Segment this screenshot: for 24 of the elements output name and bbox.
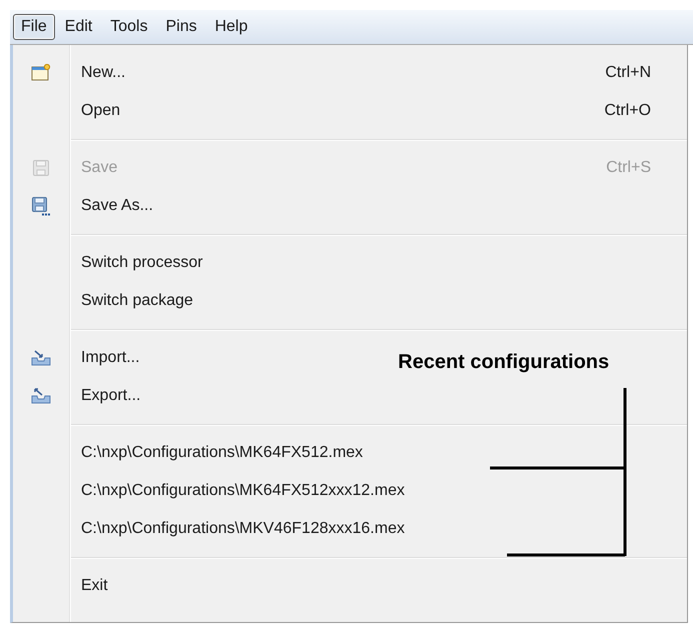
shortcut-label: Ctrl+S <box>606 159 651 177</box>
menu-title[interactable]: Tools <box>102 14 156 40</box>
menu-title[interactable]: Pins <box>158 14 205 40</box>
save-as-disk-icon <box>31 196 51 216</box>
export-tray-icon <box>31 388 51 404</box>
menu-item[interactable]: C:\nxp\Configurations\MKV46F128xxx16.mex <box>71 520 405 538</box>
menu-title[interactable]: Edit <box>56 14 100 40</box>
import-tray-icon <box>31 350 51 366</box>
menu-item[interactable]: C:\nxp\Configurations\MK64FX512.mex <box>71 444 363 462</box>
callout-label: Recent configurations <box>398 351 610 374</box>
menu-item[interactable]: Export... <box>71 387 141 405</box>
menu-item[interactable]: Exit <box>71 577 108 595</box>
menu-item[interactable]: New... <box>69 64 126 82</box>
menu-item[interactable]: Save As... <box>71 197 154 215</box>
menu-item[interactable]: C:\nxp\Configurations\MK64FX512xxx12.mex <box>71 482 405 500</box>
new-window-icon <box>31 64 51 82</box>
menu-item[interactable]: Switch processor <box>71 254 203 272</box>
menu-item[interactable]: Open <box>69 102 120 120</box>
menu-title[interactable]: Help <box>206 14 256 40</box>
menu-item[interactable]: Import... <box>71 349 140 367</box>
menu-title[interactable]: File <box>13 14 55 40</box>
shortcut-label: Ctrl+O <box>604 102 651 120</box>
menu-item[interactable]: Switch package <box>71 292 194 310</box>
shortcut-label: Ctrl+N <box>605 64 651 82</box>
